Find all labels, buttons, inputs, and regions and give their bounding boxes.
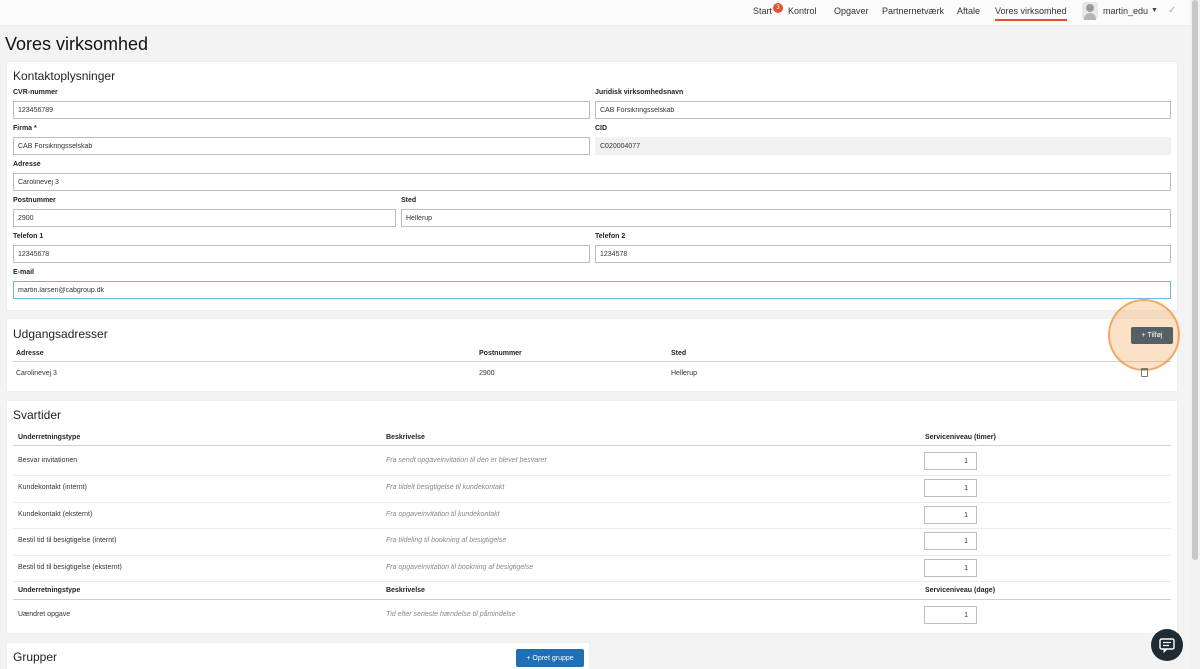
cid-label: CID (595, 125, 608, 132)
service-level-input[interactable] (924, 532, 977, 550)
telefon1-label: Telefon 1 (13, 233, 44, 240)
telefon1-input[interactable] (13, 245, 590, 263)
adresse-input[interactable] (13, 173, 1171, 191)
create-group-button[interactable]: + Opret gruppe (516, 649, 584, 667)
email-label: E-mail (13, 269, 35, 276)
table-row-type: Uændret opgave (18, 611, 71, 618)
chat-icon (1159, 638, 1175, 653)
adresse-label: Adresse (13, 161, 41, 168)
nav-item-partnernetvaerk[interactable]: Partnernetværk (882, 6, 944, 16)
trash-icon[interactable] (1141, 368, 1148, 377)
header-divider (13, 361, 1171, 362)
row-divider (13, 502, 1171, 503)
table-row-desc: Fra opgaveinvitation til kundekontakt (386, 511, 500, 518)
sted-input[interactable] (401, 209, 1171, 227)
nav-item-start[interactable]: Start (753, 6, 772, 16)
scrollbar-thumb[interactable] (1192, 0, 1198, 560)
nav-item-vores-virksomhed[interactable]: Vores virksomhed (995, 6, 1067, 21)
col-beskrivelse: Beskrivelse (386, 434, 425, 441)
col-underretningstype: Underretningstype (18, 434, 81, 441)
response-title: Svartider (13, 408, 62, 422)
add-address-button[interactable]: + Tilføj (1131, 327, 1173, 344)
response-times-card: Svartider Underretningstype Beskrivelse … (6, 400, 1178, 634)
service-level-input[interactable] (924, 559, 977, 577)
cid-field (595, 137, 1171, 155)
groups-title: Grupper (13, 650, 58, 664)
service-level-input[interactable] (924, 606, 977, 624)
top-navigation: Start 3 Kontrol Opgaver Partnernetværk A… (0, 0, 1190, 26)
col-adresse: Adresse (16, 350, 44, 357)
col-sted: Sted (671, 350, 687, 357)
row-divider (13, 581, 1171, 582)
service-level-input[interactable] (924, 506, 977, 524)
postnummer-input[interactable] (13, 209, 396, 227)
check-icon[interactable]: ✓ (1168, 5, 1176, 16)
row-postnummer: 2900 (479, 370, 495, 377)
table-row-desc: Fra tildeling til bookning af besigtigel… (386, 537, 507, 544)
caret-down-icon[interactable]: ▼ (1151, 7, 1158, 14)
table-row-type: Bestil tid til besigtigelse (eksternt) (18, 564, 122, 571)
table-row-type: Kundekontakt (internt) (18, 484, 87, 491)
contact-card: Kontaktoplysninger CVR-nummer Juridisk v… (6, 61, 1178, 311)
row-divider (13, 528, 1171, 529)
contact-title: Kontaktoplysninger (13, 69, 116, 83)
table-row-type: Bestil tid til besigtigelse (internt) (18, 537, 117, 544)
cvr-input[interactable] (13, 101, 590, 119)
col-beskrivelse: Beskrivelse (386, 587, 425, 594)
row-divider (13, 475, 1171, 476)
row-sted: Hellerup (671, 370, 698, 377)
col-postnummer: Postnummer (479, 350, 522, 357)
groups-card: Grupper (6, 642, 590, 669)
nav-item-kontrol[interactable]: Kontrol (788, 6, 817, 16)
service-level-input[interactable] (924, 479, 977, 497)
legal-name-label: Juridisk virksomhedsnavn (595, 89, 684, 96)
nav-item-opgaver[interactable]: Opgaver (834, 6, 869, 16)
cvr-label: CVR-nummer (13, 89, 58, 96)
outgoing-addresses-card: Udgangsadresser Adresse Postnummer Sted … (6, 318, 1178, 392)
firma-input[interactable] (13, 137, 590, 155)
service-level-input[interactable] (924, 452, 977, 470)
col-serviceniveau-dage: Serviceniveau (dage) (925, 587, 996, 594)
user-avatar[interactable] (1082, 2, 1098, 20)
telefon2-label: Telefon 2 (595, 233, 626, 240)
col-serviceniveau-timer: Serviceniveau (timer) (925, 434, 996, 441)
notification-badge: 3 (773, 3, 783, 13)
postnummer-label: Postnummer (13, 197, 56, 204)
table-row-type: Besvar invitationen (18, 457, 78, 464)
table-row-desc: Tid efter seneste hændelse til påmindels… (386, 611, 516, 618)
email-input[interactable] (13, 281, 1171, 299)
col-underretningstype: Underretningstype (18, 587, 81, 594)
sted-label: Sted (401, 197, 417, 204)
table-row-desc: Fra tildelt besigtigelse til kundekontak… (386, 484, 505, 491)
table-row-type: Kundekontakt (eksternt) (18, 511, 93, 518)
header-divider (13, 599, 1171, 600)
table-row-desc: Fra sendt opgaveinvitation til den er bl… (386, 457, 547, 464)
row-adresse: Carolinevej 3 (16, 370, 57, 377)
page-title: Vores virksomhed (5, 34, 149, 54)
outgoing-title: Udgangsadresser (13, 327, 108, 341)
header-divider (13, 445, 1171, 446)
nav-item-aftale[interactable]: Aftale (957, 6, 980, 16)
legal-name-input[interactable] (595, 101, 1171, 119)
user-menu-name[interactable]: martin_edu (1103, 6, 1148, 16)
row-divider (13, 555, 1171, 556)
chat-button[interactable] (1151, 629, 1183, 661)
telefon2-input[interactable] (595, 245, 1171, 263)
firma-label: Firma * (13, 125, 37, 132)
table-row-desc: Fra opgaveinvitation til bookning af bes… (386, 564, 534, 571)
